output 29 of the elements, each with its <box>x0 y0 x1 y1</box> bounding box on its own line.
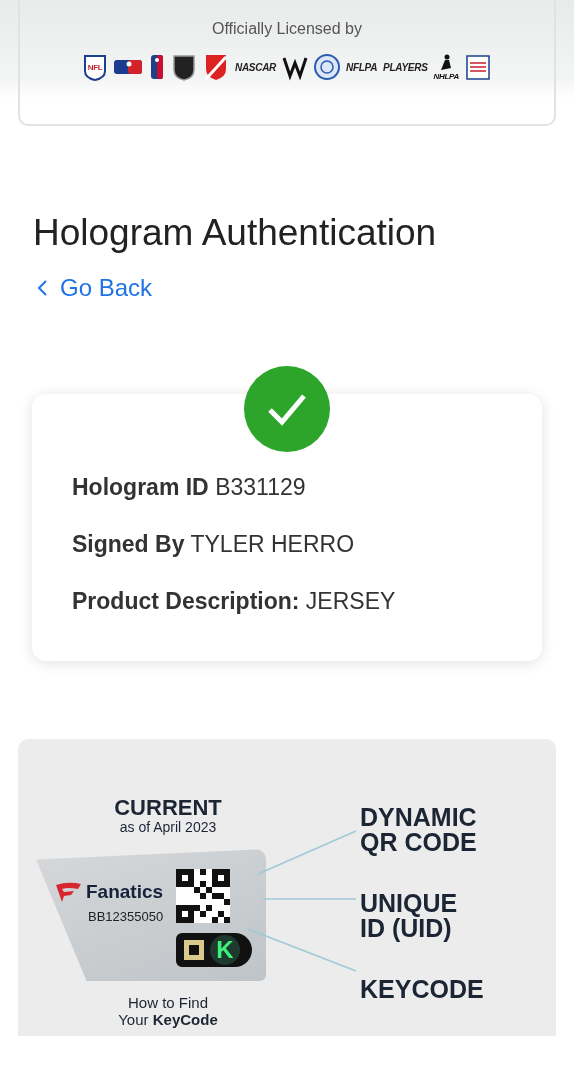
callout-label: KEYCODE <box>360 977 485 1002</box>
qr-code-icon <box>176 869 230 923</box>
infographic-caption: How to Find Your KeyCode <box>118 995 218 1028</box>
shield-logo <box>171 52 198 82</box>
wordmark-logo: PLAYERS <box>383 60 428 75</box>
detail-row-text: Signed By TYLER HERRO <box>72 531 356 558</box>
shield-logo: NFL <box>83 52 108 82</box>
key-letter: K <box>210 935 240 965</box>
hall-logo <box>464 52 491 82</box>
serial-number: BB12355050 <box>88 909 165 924</box>
banner-title: Officially Licensed by <box>212 20 362 38</box>
callout-label: UNIQUE ID (UID) <box>360 891 459 941</box>
player-logo <box>149 52 166 82</box>
brand-name: Fanatics <box>86 881 164 903</box>
crest-logo <box>203 52 230 82</box>
infographic-subheading: as of April 2023 <box>119 819 217 835</box>
back-link[interactable]: Go Back <box>36 274 153 302</box>
page-title: Hologram Authentication <box>33 212 438 254</box>
seal-logo <box>314 52 340 82</box>
qr-code-icon <box>182 938 206 962</box>
infographic-heading: CURRENT <box>114 797 222 819</box>
detail-row-text: Product Description: JERSEY <box>72 588 397 615</box>
callout-label: DYNAMIC QR CODE <box>360 805 478 855</box>
wordmark-logo: NFLPA <box>346 60 378 75</box>
chevron-left-icon <box>36 279 48 297</box>
flag-icon <box>54 881 82 903</box>
wordmark-logo: NASCAR <box>235 60 276 75</box>
detail-row-text: Hologram ID B331129 <box>72 474 307 501</box>
skater-logo: NHLPA <box>433 52 459 82</box>
